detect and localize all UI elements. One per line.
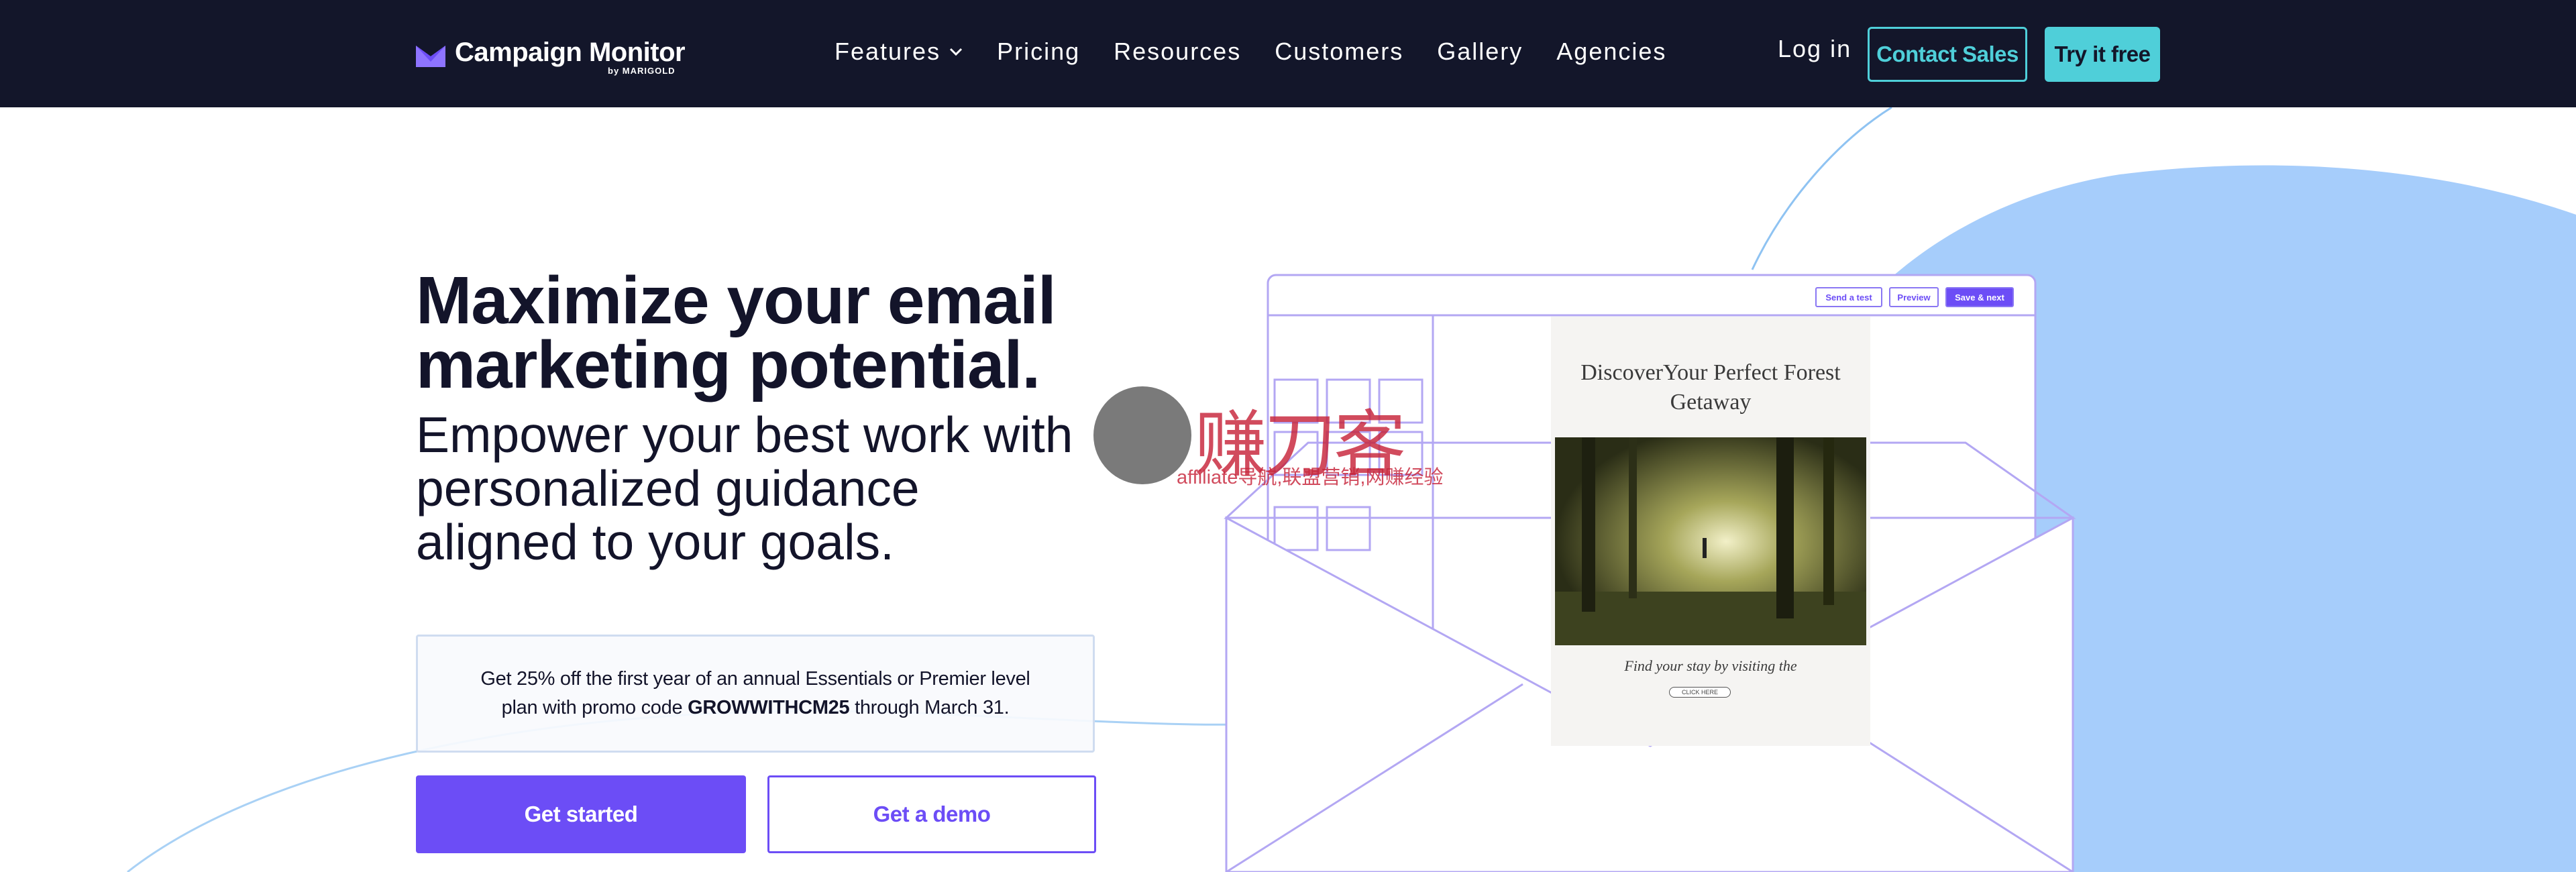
forest-photo (1555, 437, 1866, 645)
email-preview-card: DiscoverYour Perfect Forest Getaway Find… (1551, 317, 1870, 746)
email-preview-cta: CLICK HERE (1669, 687, 1731, 698)
email-preview-title: DiscoverYour Perfect Forest Getaway (1580, 360, 1841, 415)
watermark: 赚刀客 affiliate导航,联盟营销,网赚经验 (1093, 386, 1483, 494)
email-preview-footer: Find your stay by visiting the (1624, 657, 1797, 674)
save-next-button: Save & next (1945, 287, 2014, 307)
send-test-button: Send a test (1815, 287, 1882, 307)
watermark-sub: affiliate导航,联盟营销,网赚经验 (1177, 467, 1444, 488)
preview-button: Preview (1889, 287, 1939, 307)
